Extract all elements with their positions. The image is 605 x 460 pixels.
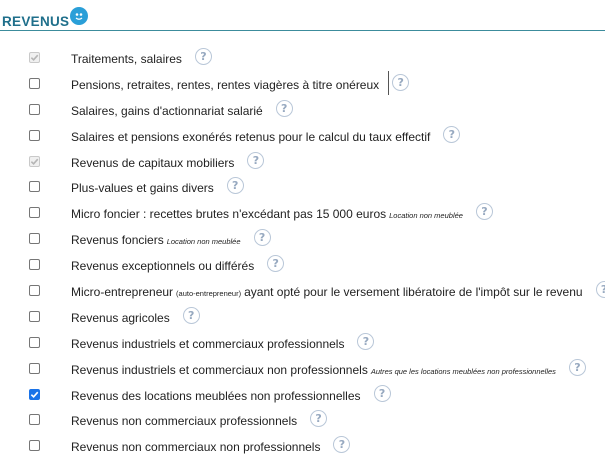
help-icon[interactable]: ? (310, 410, 328, 428)
help-icon[interactable]: ? (392, 73, 410, 91)
revenue-note: Location non meublée (166, 237, 241, 247)
revenue-label: Plus-values et gains divers? (71, 177, 244, 197)
revenue-row[interactable]: Revenus industriels et commerciaux profe… (0, 329, 605, 355)
help-icon[interactable]: ? (182, 306, 200, 324)
help-icon[interactable]: ? (475, 203, 493, 221)
revenue-label: Revenus non commerciaux professionnels? (71, 410, 328, 430)
help-icon[interactable]: ? (253, 229, 271, 247)
revenue-small-note: (auto-entrepreneur) (176, 289, 242, 299)
revenue-label-after: ayant opté pour le versement libératoire… (244, 285, 583, 300)
revenue-label-text: Revenus des locations meublées non profe… (71, 388, 361, 403)
revenue-label: Revenus fonciers Location non meublée? (71, 229, 271, 249)
revenue-label: Micro-entrepreneur (auto-entrepreneur) aya… (71, 281, 605, 301)
revenue-row[interactable]: Revenus non commerciaux professionnels? (0, 406, 605, 432)
revenue-label: Salaires, gains d'actionnariat salarié? (71, 99, 293, 120)
help-icon[interactable]: ? (443, 125, 461, 143)
revenue-label-text: Revenus non commerciaux non professionne… (71, 440, 321, 455)
revenue-label-text: Micro-entrepreneur (71, 285, 174, 300)
help-icon[interactable]: ? (333, 436, 351, 454)
revenue-label: Salaires et pensions exonérés retenus po… (71, 125, 461, 146)
help-icon[interactable]: ? (194, 48, 212, 65)
revenue-label-text: Revenus fonciers (71, 233, 164, 248)
revenue-label: Revenus industriels et commerciaux profe… (71, 332, 375, 353)
revenue-row[interactable]: Revenus agricoles? (0, 303, 605, 329)
revenue-note: Autres que les locations meublées non pr… (370, 366, 556, 376)
revenue-label-text: Revenus agricoles (71, 310, 170, 325)
help-icon[interactable]: ? (595, 281, 605, 299)
revenue-checkbox[interactable] (29, 129, 40, 141)
revenue-row[interactable]: Revenus fonciers Location non meublée? (0, 225, 605, 251)
revenue-checkbox[interactable] (29, 77, 40, 89)
help-icon[interactable]: ? (267, 255, 285, 273)
revenue-label: Revenus des locations meublées non profe… (71, 384, 391, 405)
revenue-checkbox[interactable] (29, 310, 40, 322)
revenue-label-text: Pensions, retraites, rentes, rentes viag… (71, 77, 380, 92)
revenue-row[interactable]: Salaires et pensions exonérés retenus po… (0, 122, 605, 148)
revenue-row[interactable]: Revenus non commerciaux non professionne… (0, 432, 605, 458)
revenue-checkbox (29, 52, 40, 63)
revenue-label: Revenus de capitaux mobiliers? (71, 151, 265, 172)
help-icon[interactable]: ? (568, 358, 586, 376)
revenue-row[interactable]: Plus-values et gains divers? (0, 173, 605, 199)
revenue-label-text: Salaires et pensions exonérés retenus po… (71, 129, 431, 144)
revenue-label: Micro foncier : recettes brutes n'excéda… (71, 203, 493, 223)
revenue-checkbox (29, 155, 40, 167)
revenue-label: Revenus agricoles? (71, 306, 200, 327)
revenue-row[interactable]: Revenus industriels et commerciaux non p… (0, 355, 605, 381)
revenue-note: Location non meublée (389, 211, 463, 221)
revenue-row[interactable]: Revenus de capitaux mobiliers? (0, 148, 605, 174)
revenue-checkbox[interactable] (29, 362, 40, 374)
revenue-label: Revenus non commerciaux non professionne… (71, 436, 351, 456)
revenue-label-text: Traitements, salaires (71, 52, 182, 66)
revenue-checkbox[interactable] (29, 414, 40, 426)
revenue-label: Revenus exceptionnels ou différés? (71, 255, 285, 275)
revenue-label-text: Plus-values et gains divers (71, 181, 214, 196)
revenue-label-text: Salaires, gains d'actionnariat salarié (71, 103, 263, 118)
help-icon[interactable]: ? (247, 151, 265, 169)
revenue-checklist: Traitements, salaires? Pensions, retraite… (0, 44, 605, 458)
revenue-row[interactable]: Micro-entrepreneur (auto-entrepreneur) aya… (0, 277, 605, 303)
help-icon[interactable]: ? (275, 99, 293, 117)
revenue-row[interactable]: Pensions, retraites, rentes, rentes viag… (0, 70, 605, 96)
revenue-label-text: Revenus industriels et commerciaux non p… (71, 362, 368, 377)
revenue-checkbox[interactable] (29, 259, 40, 271)
help-icon[interactable]: ? (226, 177, 244, 195)
revenue-row[interactable]: Traitements, salaires? (0, 44, 605, 70)
revenue-label-text: Revenus exceptionnels ou différés (71, 259, 255, 274)
revenue-checkbox[interactable] (29, 285, 40, 297)
revenue-label-text: Micro foncier : recettes brutes n'excéda… (71, 207, 387, 222)
revenue-checkbox[interactable] (29, 103, 40, 115)
revenue-label: Pensions, retraites, rentes, rentes viag… (71, 73, 410, 94)
revenue-label: Traitements, salaires? (71, 48, 212, 68)
revenue-checkbox[interactable] (29, 233, 40, 245)
revenue-checkbox[interactable] (29, 207, 40, 219)
help-icon[interactable]: ? (357, 332, 375, 350)
section-header: REVENUS (0, 6, 605, 31)
help-bubble-icon[interactable] (70, 7, 88, 25)
revenue-label-text: Revenus non commerciaux professionnels (71, 414, 298, 429)
revenue-row[interactable]: Revenus des locations meublées non profe… (0, 381, 605, 407)
revenue-checkbox[interactable] (29, 181, 40, 193)
revenue-checkbox[interactable] (29, 440, 40, 452)
revenue-row[interactable]: Salaires, gains d'actionnariat salarié? (0, 96, 605, 122)
section-title: REVENUS (2, 14, 70, 29)
help-icon[interactable]: ? (373, 384, 391, 402)
revenue-checkbox[interactable] (29, 388, 40, 400)
revenue-label: Revenus industriels et commerciaux non p… (71, 358, 586, 379)
revenue-row[interactable]: Revenus exceptionnels ou différés? (0, 251, 605, 277)
revenue-row[interactable]: Micro foncier : recettes brutes n'excéda… (0, 199, 605, 225)
revenue-checkbox[interactable] (29, 336, 40, 348)
revenue-label-text: Revenus de capitaux mobiliers (71, 155, 235, 170)
revenue-label-text: Revenus industriels et commerciaux profe… (71, 336, 345, 351)
